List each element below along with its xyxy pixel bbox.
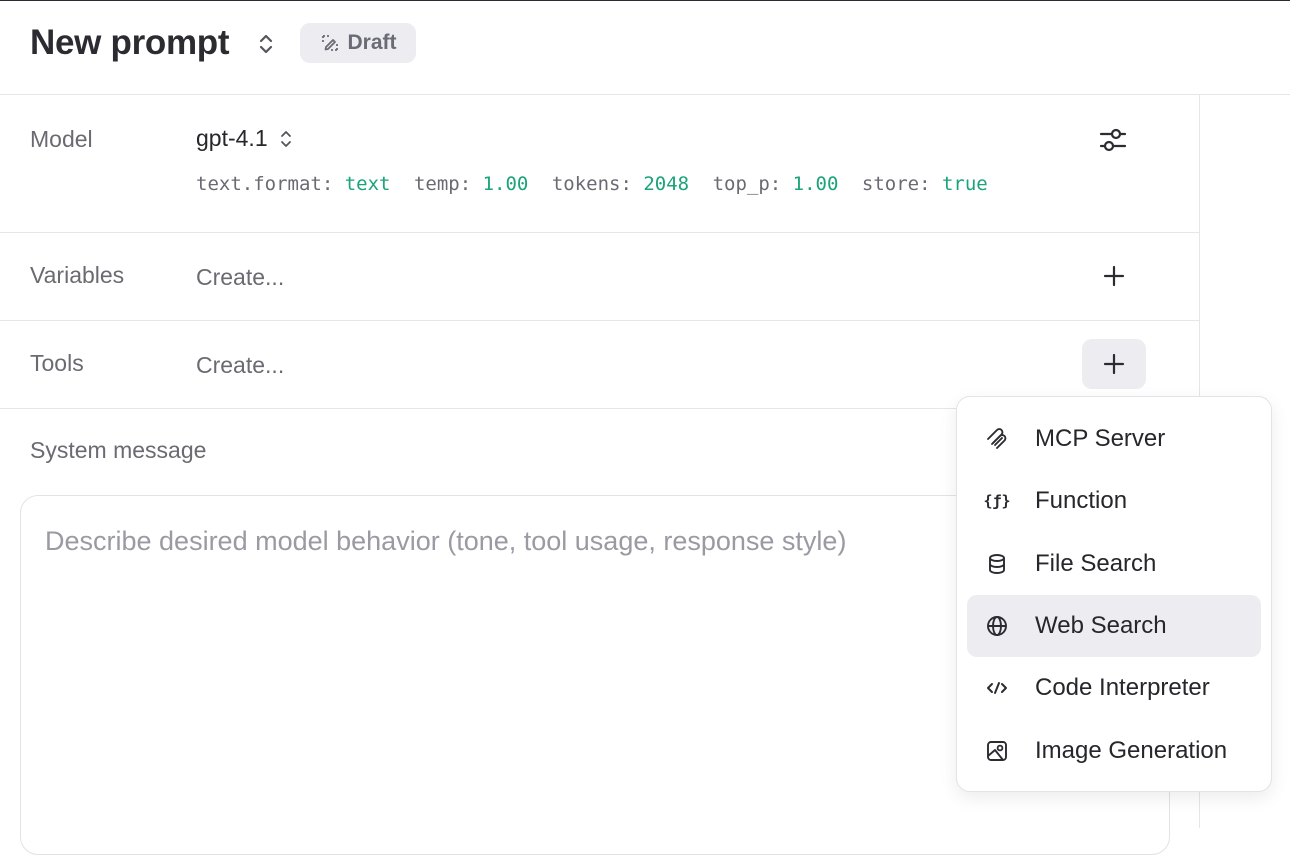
param-value: 1.00 — [482, 173, 529, 195]
param-key: top_p: — [712, 173, 782, 195]
menu-item-label: File Search — [1035, 550, 1157, 577]
param-key: tokens: — [551, 173, 632, 195]
add-tool-button[interactable] — [1082, 339, 1146, 389]
param-key: text.format: — [196, 173, 334, 195]
tools-create-link[interactable]: Create... — [196, 352, 284, 379]
menu-item-label: Code Interpreter — [1035, 674, 1210, 701]
param-value: 2048 — [643, 173, 690, 195]
menu-item-image-generation[interactable]: Image Generation — [967, 720, 1261, 782]
image-icon — [983, 737, 1011, 765]
menu-item-file-search[interactable]: File Search — [967, 533, 1261, 595]
menu-item-label: Function — [1035, 487, 1128, 514]
model-label: Model — [30, 126, 93, 152]
param-value: 1.00 — [792, 173, 839, 195]
settings-sliders-icon[interactable] — [1096, 123, 1130, 157]
model-row: Model gpt-4.1 text.format: text temp: 1.… — [0, 95, 1200, 233]
tools-label: Tools — [30, 350, 84, 376]
model-name: gpt-4.1 — [196, 125, 268, 151]
mcp-icon — [983, 425, 1011, 453]
add-variable-button[interactable] — [1082, 251, 1146, 301]
draft-badge-label: Draft — [347, 31, 397, 54]
draft-status-badge: Draft — [300, 23, 416, 63]
system-message-placeholder: Describe desired model behavior (tone, t… — [45, 526, 847, 556]
database-icon — [983, 550, 1011, 578]
code-icon — [983, 674, 1011, 702]
function-icon: {ƒ} — [983, 487, 1011, 515]
menu-item-mcp-server[interactable]: MCP Server — [967, 408, 1261, 470]
draft-icon — [322, 35, 339, 51]
page-title[interactable]: New prompt — [30, 23, 230, 63]
menu-item-label: Image Generation — [1035, 737, 1228, 764]
menu-item-label: Web Search — [1035, 612, 1167, 639]
chevron-updown-icon[interactable] — [256, 31, 276, 57]
tools-dropdown-menu: MCP Server {ƒ} Function File Search Web … — [956, 396, 1272, 792]
chevron-updown-icon — [280, 130, 291, 147]
model-selector[interactable]: gpt-4.1 — [196, 125, 294, 152]
menu-item-label: MCP Server — [1035, 425, 1166, 452]
variables-label: Variables — [30, 262, 125, 288]
menu-item-function[interactable]: {ƒ} Function — [967, 470, 1261, 532]
menu-item-code-interpreter[interactable]: Code Interpreter — [967, 657, 1261, 719]
page-header: New prompt Draft — [0, 1, 1290, 95]
plus-icon — [1103, 265, 1125, 287]
variables-row: Variables Create... — [0, 233, 1200, 321]
plus-icon — [1103, 353, 1125, 375]
system-message-label: System message — [30, 437, 207, 463]
model-params: text.format: text temp: 1.00 tokens: 204… — [196, 173, 1000, 195]
globe-icon — [983, 612, 1011, 640]
param-key: temp: — [413, 173, 472, 195]
param-value: true — [941, 173, 988, 195]
menu-item-web-search[interactable]: Web Search — [967, 595, 1261, 657]
param-value: text — [344, 173, 391, 195]
variables-create-link[interactable]: Create... — [196, 264, 284, 291]
svg-text:{ƒ}: {ƒ} — [984, 492, 1010, 510]
param-key: store: — [861, 173, 931, 195]
